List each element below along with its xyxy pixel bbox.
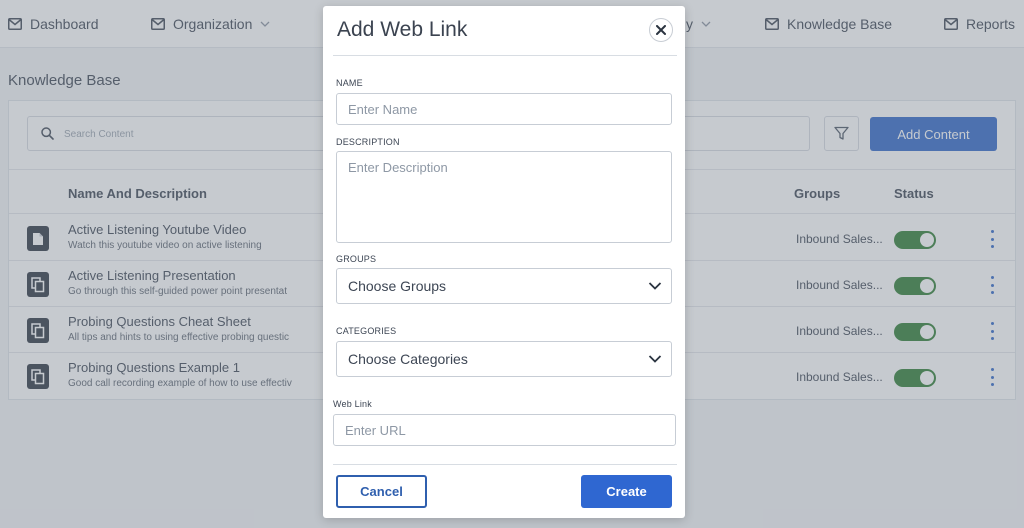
- description-textarea[interactable]: [336, 151, 672, 243]
- groups-select[interactable]: Choose Groups: [336, 268, 672, 304]
- add-web-link-modal: Add Web Link NAME DESCRIPTION GROUPS Cho…: [323, 6, 685, 518]
- name-label: NAME: [336, 78, 363, 88]
- weblink-label: Web Link: [333, 399, 372, 409]
- categories-label: CATEGORIES: [336, 326, 397, 336]
- chevron-down-icon: [648, 282, 662, 290]
- cancel-button[interactable]: Cancel: [336, 475, 427, 508]
- close-icon: [656, 25, 666, 35]
- name-input[interactable]: [336, 93, 672, 125]
- url-input[interactable]: [333, 414, 676, 446]
- categories-select-value: Choose Categories: [348, 351, 468, 367]
- modal-title: Add Web Link: [337, 18, 468, 41]
- categories-select[interactable]: Choose Categories: [336, 341, 672, 377]
- modal-header-divider: [333, 55, 677, 56]
- description-label: DESCRIPTION: [336, 137, 400, 147]
- groups-select-value: Choose Groups: [348, 278, 447, 294]
- create-button[interactable]: Create: [581, 475, 672, 508]
- groups-label: GROUPS: [336, 254, 377, 264]
- close-button[interactable]: [649, 18, 673, 42]
- modal-footer-divider: [333, 464, 677, 465]
- chevron-down-icon: [648, 355, 662, 363]
